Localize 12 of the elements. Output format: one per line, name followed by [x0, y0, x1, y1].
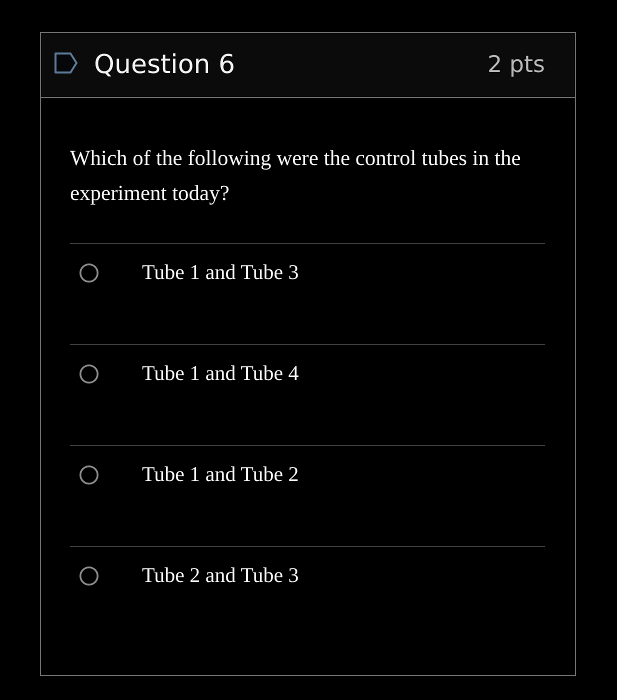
- radio-button[interactable]: [79, 566, 99, 586]
- answer-label: Tube 1 and Tube 4: [142, 362, 299, 384]
- question-title: Question 6: [94, 50, 236, 80]
- flag-icon[interactable]: [54, 51, 78, 75]
- answer-label: Tube 2 and Tube 3: [142, 564, 299, 586]
- question-text: Which of the following were the control tubes in the experiment today?: [70, 145, 522, 207]
- radio-button[interactable]: [79, 263, 99, 283]
- radio-button[interactable]: [79, 364, 99, 384]
- answer-label: Tube 1 and Tube 3: [142, 261, 299, 283]
- radio-button[interactable]: [79, 465, 99, 485]
- answer-label: Tube 1 and Tube 2: [142, 463, 299, 485]
- points-label: 2 pts: [487, 52, 545, 78]
